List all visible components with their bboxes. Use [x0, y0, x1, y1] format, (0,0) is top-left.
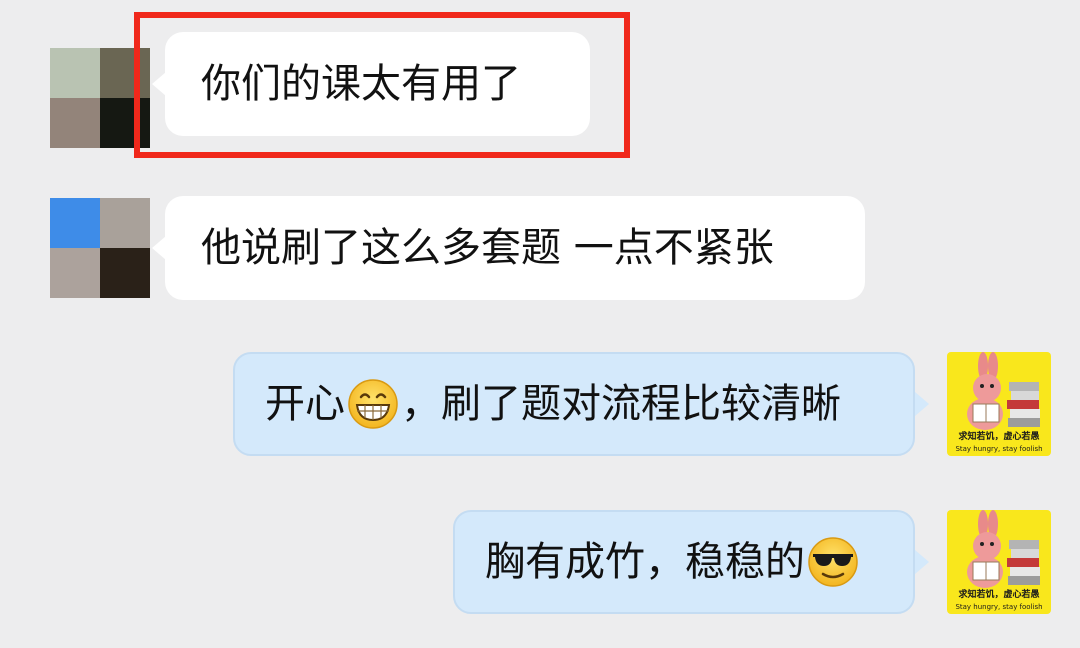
grin-emoji-icon: [348, 379, 398, 429]
message-text: 胸有成竹，稳稳的: [485, 539, 805, 585]
sunglasses-emoji-icon: [808, 537, 858, 587]
avatar-self-2[interactable]: 求知若饥，虚心若愚 Stay hungry, stay foolish: [947, 510, 1051, 614]
bubble-tail: [915, 392, 929, 416]
message-text: 他说刷了这么多套题 一点不紧张: [201, 225, 774, 271]
avatar-contact-2[interactable]: [50, 198, 150, 298]
avatar-caption: Stay hungry, stay foolish: [955, 603, 1043, 611]
message-bubble-4[interactable]: 胸有成竹，稳稳的: [453, 510, 915, 614]
avatar-caption: 求知若饥，虚心若愚: [958, 590, 1040, 600]
avatar-caption: Stay hungry, stay foolish: [955, 445, 1043, 453]
message-bubble-3[interactable]: 开心 ，刷了题对流程比较清晰: [233, 352, 915, 456]
message-text: 开心: [265, 381, 345, 427]
avatar-caption: 求知若饥，虚心若愚: [958, 432, 1040, 442]
bubble-tail: [915, 550, 929, 574]
bubble-tail: [152, 236, 166, 260]
message-bubble-2[interactable]: 他说刷了这么多套题 一点不紧张: [165, 196, 865, 300]
avatar-self-1[interactable]: 求知若饥，虚心若愚 Stay hungry, stay foolish: [947, 352, 1051, 456]
highlight-box: [134, 12, 630, 158]
message-text: ，刷了题对流程比较清晰: [401, 381, 841, 427]
